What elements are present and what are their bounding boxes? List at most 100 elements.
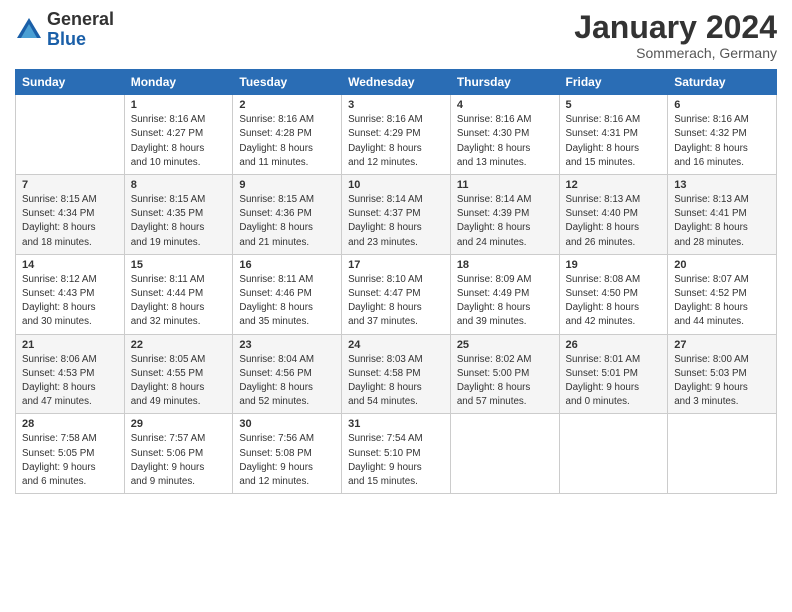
day-info: Sunrise: 7:58 AM Sunset: 5:05 PM Dayligh… [22,432,118,489]
day-number: 28 [22,418,118,430]
calendar-cell-0-4: 4Sunrise: 8:16 AM Sunset: 4:30 PM Daylig… [450,95,559,175]
calendar-cell-2-3: 17 Sunrise: 8:10 AM Sunset: 4:47 PM Dayli… [342,254,451,334]
day-number: 13 [674,179,770,191]
day-info: Sunrise: 8:03 AM Sunset: 4:58 PM Dayligh… [348,353,444,410]
day-info: Sunrise: 8:13 AM Sunset: 4:40 PM Dayligh… [566,193,662,250]
day-info: Sunrise: 8:11 AM Sunset: 4:44 PM Dayligh… [131,273,227,330]
calendar-cell-2-1: 15 Sunrise: 8:11 AM Sunset: 4:44 PM Dayli… [124,254,233,334]
calendar-cell-0-6: 6 Sunrise: 8:16 AM Sunset: 4:32 PM Daylig… [668,95,777,175]
day-number: 15 [131,259,227,271]
calendar-cell-4-5 [559,414,668,494]
day-info: Sunrise: 8:06 AM Sunset: 4:53 PM Dayligh… [22,353,118,410]
calendar-cell-1-3: 10 Sunrise: 8:14 AM Sunset: 4:37 PM Dayli… [342,175,451,255]
day-info: Sunrise: 8:14 AM Sunset: 4:39 PM Dayligh… [457,193,553,250]
day-number: 29 [131,418,227,430]
day-info: Sunrise: 7:56 AM Sunset: 5:08 PM Dayligh… [239,432,335,489]
calendar-cell-0-5: 5Sunrise: 8:16 AM Sunset: 4:31 PM Daylig… [559,95,668,175]
logo: General Blue [15,10,114,50]
day-info: Sunrise: 8:15 AM Sunset: 4:36 PM Dayligh… [239,193,335,250]
header-wednesday: Wednesday [342,70,451,95]
header-sunday: Sunday [16,70,125,95]
logo-general-text: General [47,10,114,30]
week-row-3: 14 Sunrise: 8:12 AM Sunset: 4:43 PM Dayli… [16,254,777,334]
day-info: Sunrise: 8:16 AM Sunset: 4:28 PM Dayligh… [239,113,335,170]
calendar-cell-3-4: 25 Sunrise: 8:02 AM Sunset: 5:00 PM Dayli… [450,334,559,414]
day-info: Sunrise: 8:01 AM Sunset: 5:01 PM Dayligh… [566,353,662,410]
page-header: General Blue January 2024 Sommerach, Ger… [15,10,777,61]
calendar-cell-4-4 [450,414,559,494]
calendar-cell-0-1: 1 Sunrise: 8:16 AM Sunset: 4:27 PM Daylig… [124,95,233,175]
day-number: 24 [348,339,444,351]
day-number: 17 [348,259,444,271]
header-tuesday: Tuesday [233,70,342,95]
header-saturday: Saturday [668,70,777,95]
calendar-cell-1-5: 12 Sunrise: 8:13 AM Sunset: 4:40 PM Dayli… [559,175,668,255]
day-info: Sunrise: 8:16 AM Sunset: 4:29 PM Dayligh… [348,113,444,170]
calendar-cell-3-2: 23Sunrise: 8:04 AM Sunset: 4:56 PM Dayli… [233,334,342,414]
calendar-cell-1-4: 11Sunrise: 8:14 AM Sunset: 4:39 PM Dayli… [450,175,559,255]
month-title: January 2024 [574,10,777,45]
day-number: 18 [457,259,553,271]
day-info: Sunrise: 8:02 AM Sunset: 5:00 PM Dayligh… [457,353,553,410]
day-number: 27 [674,339,770,351]
day-number: 21 [22,339,118,351]
calendar-cell-4-3: 31Sunrise: 7:54 AM Sunset: 5:10 PM Dayli… [342,414,451,494]
calendar-cell-2-5: 19Sunrise: 8:08 AM Sunset: 4:50 PM Dayli… [559,254,668,334]
day-number: 14 [22,259,118,271]
week-row-5: 28 Sunrise: 7:58 AM Sunset: 5:05 PM Dayli… [16,414,777,494]
calendar-cell-1-0: 7 Sunrise: 8:15 AM Sunset: 4:34 PM Daylig… [16,175,125,255]
header-monday: Monday [124,70,233,95]
week-row-1: 1 Sunrise: 8:16 AM Sunset: 4:27 PM Daylig… [16,95,777,175]
day-info: Sunrise: 8:16 AM Sunset: 4:30 PM Dayligh… [457,113,553,170]
week-row-4: 21 Sunrise: 8:06 AM Sunset: 4:53 PM Dayli… [16,334,777,414]
calendar-cell-1-2: 9 Sunrise: 8:15 AM Sunset: 4:36 PM Daylig… [233,175,342,255]
day-info: Sunrise: 8:16 AM Sunset: 4:27 PM Dayligh… [131,113,227,170]
calendar-cell-4-6 [668,414,777,494]
logo-icon [15,16,43,44]
header-thursday: Thursday [450,70,559,95]
calendar-cell-4-2: 30 Sunrise: 7:56 AM Sunset: 5:08 PM Dayli… [233,414,342,494]
title-block: January 2024 Sommerach, Germany [574,10,777,61]
day-info: Sunrise: 8:16 AM Sunset: 4:32 PM Dayligh… [674,113,770,170]
logo-blue-text: Blue [47,30,114,50]
day-number: 3 [348,99,444,111]
day-number: 9 [239,179,335,191]
day-info: Sunrise: 8:10 AM Sunset: 4:47 PM Dayligh… [348,273,444,330]
day-number: 1 [131,99,227,111]
day-number: 16 [239,259,335,271]
day-number: 7 [22,179,118,191]
location-text: Sommerach, Germany [574,45,777,61]
day-number: 6 [674,99,770,111]
day-number: 12 [566,179,662,191]
day-number: 8 [131,179,227,191]
calendar-cell-3-3: 24 Sunrise: 8:03 AM Sunset: 4:58 PM Dayli… [342,334,451,414]
day-number: 30 [239,418,335,430]
calendar-cell-2-2: 16Sunrise: 8:11 AM Sunset: 4:46 PM Dayli… [233,254,342,334]
day-number: 2 [239,99,335,111]
day-info: Sunrise: 8:05 AM Sunset: 4:55 PM Dayligh… [131,353,227,410]
day-info: Sunrise: 8:07 AM Sunset: 4:52 PM Dayligh… [674,273,770,330]
calendar-cell-3-6: 27Sunrise: 8:00 AM Sunset: 5:03 PM Dayli… [668,334,777,414]
calendar-cell-1-6: 13 Sunrise: 8:13 AM Sunset: 4:41 PM Dayli… [668,175,777,255]
day-number: 10 [348,179,444,191]
day-info: Sunrise: 8:14 AM Sunset: 4:37 PM Dayligh… [348,193,444,250]
calendar-cell-4-1: 29 Sunrise: 7:57 AM Sunset: 5:06 PM Dayli… [124,414,233,494]
day-number: 31 [348,418,444,430]
day-info: Sunrise: 8:04 AM Sunset: 4:56 PM Dayligh… [239,353,335,410]
calendar-cell-2-0: 14 Sunrise: 8:12 AM Sunset: 4:43 PM Dayli… [16,254,125,334]
day-info: Sunrise: 8:12 AM Sunset: 4:43 PM Dayligh… [22,273,118,330]
day-number: 20 [674,259,770,271]
calendar-cell-3-0: 21 Sunrise: 8:06 AM Sunset: 4:53 PM Dayli… [16,334,125,414]
day-number: 25 [457,339,553,351]
calendar-cell-3-1: 22Sunrise: 8:05 AM Sunset: 4:55 PM Dayli… [124,334,233,414]
week-row-2: 7 Sunrise: 8:15 AM Sunset: 4:34 PM Daylig… [16,175,777,255]
calendar-cell-0-0 [16,95,125,175]
day-info: Sunrise: 8:15 AM Sunset: 4:34 PM Dayligh… [22,193,118,250]
calendar-cell-2-6: 20 Sunrise: 8:07 AM Sunset: 4:52 PM Dayli… [668,254,777,334]
calendar-cell-4-0: 28 Sunrise: 7:58 AM Sunset: 5:05 PM Dayli… [16,414,125,494]
calendar-cell-0-2: 2 Sunrise: 8:16 AM Sunset: 4:28 PM Daylig… [233,95,342,175]
day-number: 19 [566,259,662,271]
day-info: Sunrise: 8:13 AM Sunset: 4:41 PM Dayligh… [674,193,770,250]
day-info: Sunrise: 7:57 AM Sunset: 5:06 PM Dayligh… [131,432,227,489]
header-friday: Friday [559,70,668,95]
